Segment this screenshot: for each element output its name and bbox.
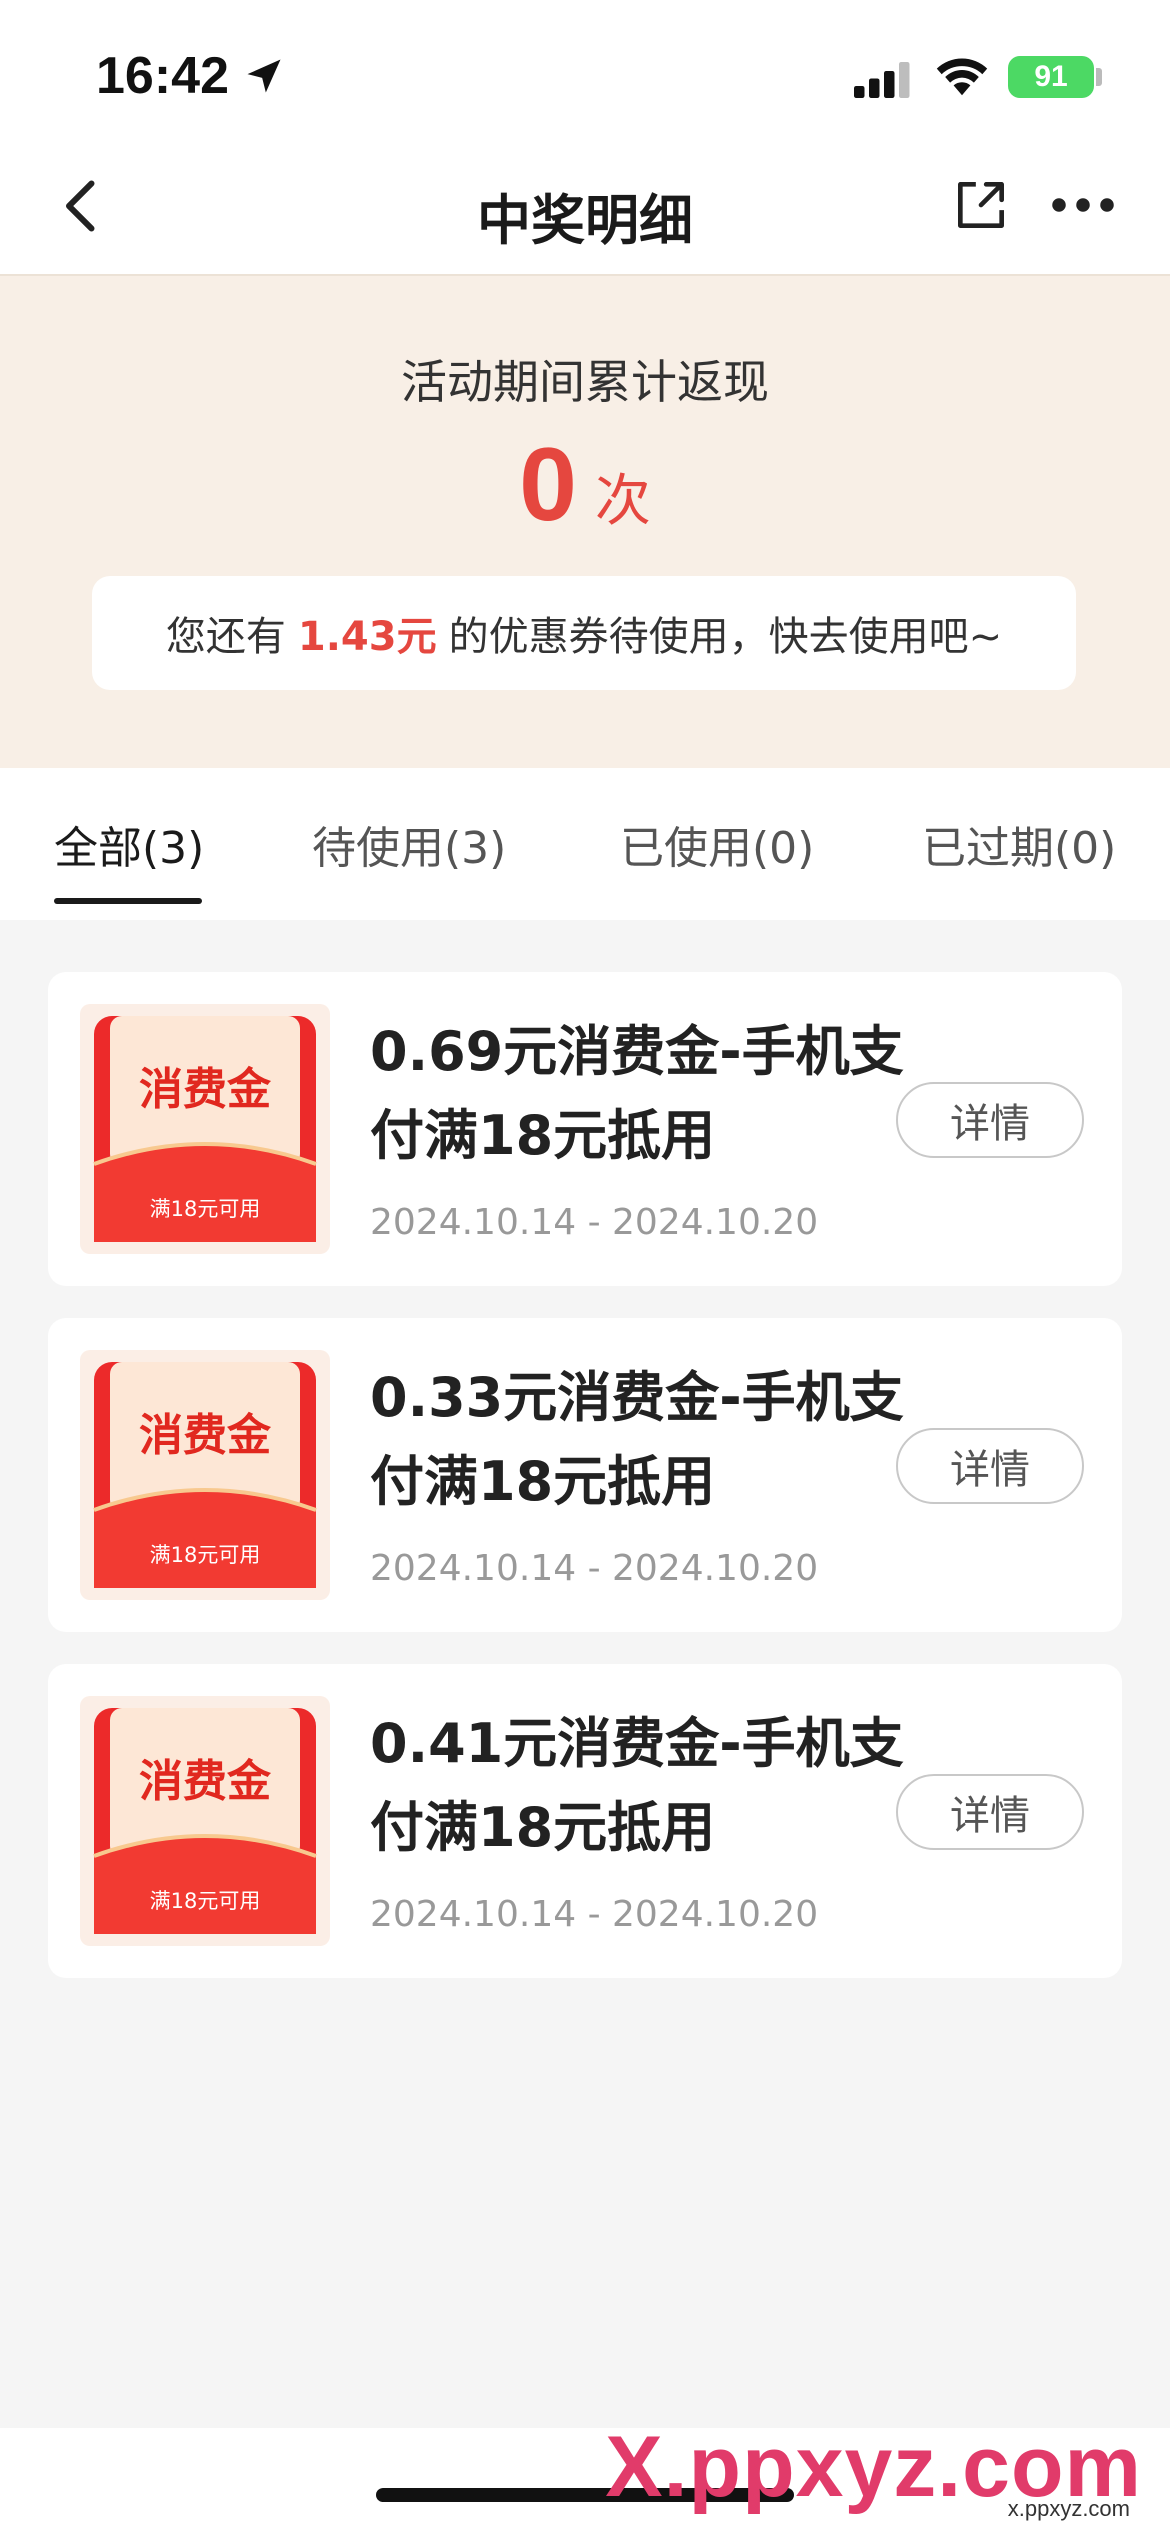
battery-indicator: 91 <box>1008 56 1094 98</box>
watermark-subtext: x.ppxyz.com <box>1007 2496 1130 2521</box>
coupon-card: 消费金 满18元可用 0.69元消费金-手机支付满18元抵用 2024.10.1… <box>48 972 1122 1286</box>
consumption-voucher-thumbnail: 消费金 满18元可用 <box>80 1350 330 1600</box>
tab-used[interactable]: 已使用(0) <box>620 812 814 876</box>
tab-all[interactable]: 全部(3) <box>54 812 204 876</box>
tab-expired[interactable]: 已过期(0) <box>922 812 1116 876</box>
wifi-icon <box>936 58 988 96</box>
coupon-date-range: 2024.10.14 - 2024.10.20 <box>370 1202 819 1243</box>
voucher-badge-text: 消费金 <box>139 1410 272 1461</box>
more-options-icon[interactable] <box>1050 190 1116 220</box>
details-button[interactable]: 详情 <box>896 1428 1084 1504</box>
coupon-title: 0.69元消费金-手机支付满18元抵用 <box>370 1020 904 1167</box>
voucher-badge-subtext: 满18元可用 <box>150 1543 261 1567</box>
voucher-badge-subtext: 满18元可用 <box>150 1889 261 1913</box>
coupon-title: 0.41元消费金-手机支付满18元抵用 <box>370 1712 904 1859</box>
coupon-date-range: 2024.10.14 - 2024.10.20 <box>370 1894 819 1935</box>
tab-pending[interactable]: 待使用(3) <box>312 812 506 876</box>
active-tab-indicator <box>54 898 202 904</box>
navigation-bar: 中奖明细 <box>0 150 1170 276</box>
note-amount: 1.43元 <box>297 614 437 660</box>
consumption-voucher-thumbnail: 消费金 满18元可用 <box>80 1004 330 1254</box>
details-button[interactable]: 详情 <box>896 1774 1084 1850</box>
voucher-badge-text: 消费金 <box>139 1064 272 1115</box>
unused-coupon-note: 您还有 1.43元 的优惠券待使用，快去使用吧~ <box>92 576 1076 690</box>
consumption-voucher-thumbnail: 消费金 满18元可用 <box>80 1696 330 1946</box>
filter-tabs: 全部(3) 待使用(3) 已使用(0) 已过期(0) <box>0 768 1170 920</box>
location-arrow-icon <box>247 59 281 93</box>
status-time: 16:42 <box>96 47 229 105</box>
battery-level: 91 <box>1034 60 1068 93</box>
cashback-count: 0次 <box>0 426 1170 545</box>
voucher-badge-subtext: 满18元可用 <box>150 1197 261 1221</box>
cashback-count-value: 0 <box>519 427 577 543</box>
summary-label: 活动期间累计返现 <box>401 355 769 409</box>
coupon-card: 消费金 满18元可用 0.33元消费金-手机支付满18元抵用 2024.10.1… <box>48 1318 1122 1632</box>
note-prefix: 您还有 <box>165 614 286 660</box>
battery-cap <box>1096 68 1102 86</box>
note-suffix: 的优惠券待使用，快去使用吧~ <box>448 614 1003 660</box>
coupon-title: 0.33元消费金-手机支付满18元抵用 <box>370 1366 904 1513</box>
coupon-date-range: 2024.10.14 - 2024.10.20 <box>370 1548 819 1589</box>
details-button[interactable]: 详情 <box>896 1082 1084 1158</box>
cashback-summary: 活动期间累计返现 0次 您还有 1.43元 的优惠券待使用，快去使用吧~ <box>0 276 1170 768</box>
voucher-badge-text: 消费金 <box>139 1756 272 1807</box>
cellular-signal-icon <box>854 62 910 98</box>
share-icon[interactable] <box>950 174 1012 236</box>
cashback-count-unit: 次 <box>594 469 651 534</box>
status-bar: 16:42 91 <box>0 0 1170 150</box>
coupon-card: 消费金 满18元可用 0.41元消费金-手机支付满18元抵用 2024.10.1… <box>48 1664 1122 1978</box>
